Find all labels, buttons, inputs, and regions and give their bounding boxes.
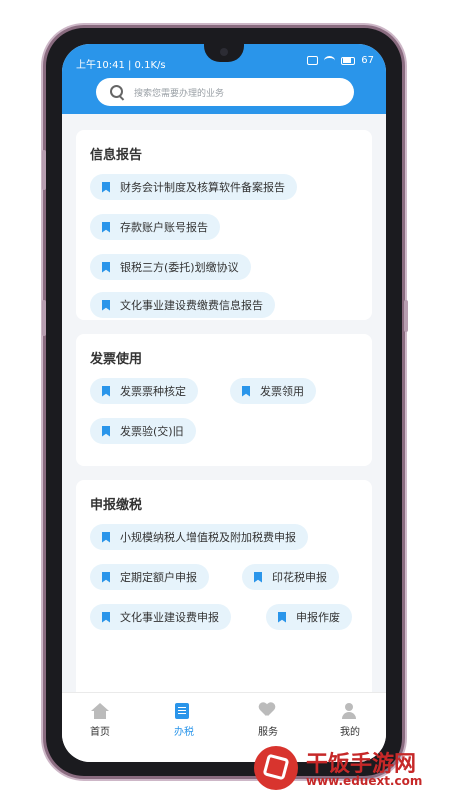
service-item[interactable]: 财务会计制度及核算软件备案报告 — [90, 174, 297, 200]
bookmark-icon — [254, 571, 262, 583]
tab-label: 办税 — [174, 727, 194, 738]
wifi-icon — [324, 56, 336, 65]
service-item[interactable]: 印花税申报 — [242, 564, 339, 590]
phone-screen: 上午10:41 | 0.1K/s 67 搜索您需要办理的业务 信息报告 财务会计… — [62, 44, 386, 762]
tab-label: 首页 — [90, 727, 110, 738]
tab-services[interactable]: 服务 — [238, 703, 298, 738]
bookmark-icon — [102, 299, 110, 311]
service-label: 文化事业建设费缴费信息报告 — [120, 299, 263, 312]
tab-profile[interactable]: 我的 — [320, 703, 380, 738]
bookmark-icon — [102, 221, 110, 233]
tax-icon — [175, 703, 189, 719]
service-label: 发票票种核定 — [120, 385, 186, 398]
section-invoice-use: 发票使用 发票票种核定 发票领用 发票验(交)旧 — [76, 334, 372, 466]
front-camera-icon — [220, 48, 228, 56]
bookmark-icon — [102, 261, 110, 273]
tab-tax[interactable]: 办税 — [154, 703, 214, 738]
search-bar[interactable]: 搜索您需要办理的业务 — [96, 78, 354, 106]
tab-label: 我的 — [340, 727, 360, 738]
status-icons: 67 — [307, 55, 374, 66]
tab-label: 服务 — [258, 727, 278, 738]
volume-down-button — [42, 300, 46, 336]
bookmark-icon — [242, 385, 250, 397]
watermark-logo: 干饭手游网 www.eduext.com — [254, 744, 444, 796]
service-item[interactable]: 文化事业建设费缴费信息报告 — [90, 292, 275, 318]
logo-icon — [254, 746, 298, 790]
search-input[interactable]: 搜索您需要办理的业务 — [134, 86, 224, 99]
status-time: 上午10:41 | 0.1K/s — [76, 60, 166, 71]
bookmark-icon — [102, 531, 110, 543]
service-label: 财务会计制度及核算软件备案报告 — [120, 181, 285, 194]
service-item[interactable]: 发票验(交)旧 — [90, 418, 196, 444]
section-tax-filing: 申报缴税 小规模纳税人增值税及附加税费申报 定期定额户申报 印花税申报 文化事业… — [76, 480, 372, 692]
service-label: 定期定额户申报 — [120, 571, 197, 584]
service-label: 申报作废 — [296, 611, 340, 624]
bookmark-icon — [102, 611, 110, 623]
service-label: 印花税申报 — [272, 571, 327, 584]
service-item[interactable]: 文化事业建设费申报 — [90, 604, 231, 630]
bookmark-icon — [102, 385, 110, 397]
service-item[interactable]: 发票领用 — [230, 378, 316, 404]
power-button — [404, 300, 408, 332]
main-content: 信息报告 财务会计制度及核算软件备案报告 存款账户账号报告 银税三方(委托)划缴… — [62, 114, 386, 692]
home-icon — [91, 703, 109, 719]
search-icon — [110, 85, 124, 99]
service-item[interactable]: 小规模纳税人增值税及附加税费申报 — [90, 524, 308, 550]
battery-percent: 67 — [361, 55, 374, 66]
bookmark-icon — [102, 425, 110, 437]
service-item[interactable]: 定期定额户申报 — [90, 564, 209, 590]
service-item[interactable]: 存款账户账号报告 — [90, 214, 220, 240]
service-item[interactable]: 银税三方(委托)划缴协议 — [90, 254, 251, 280]
sim-icon — [307, 56, 319, 65]
volume-up-button — [42, 150, 46, 190]
section-info-report: 信息报告 财务会计制度及核算软件备案报告 存款账户账号报告 银税三方(委托)划缴… — [76, 130, 372, 320]
section-title: 发票使用 — [90, 352, 143, 367]
user-icon — [341, 703, 357, 719]
heart-icon — [259, 703, 275, 717]
tab-home[interactable]: 首页 — [70, 703, 130, 738]
service-label: 存款账户账号报告 — [120, 221, 208, 234]
battery-icon — [341, 56, 356, 65]
service-label: 发票领用 — [260, 385, 304, 398]
top-header: 上午10:41 | 0.1K/s 67 搜索您需要办理的业务 — [62, 44, 386, 114]
service-item[interactable]: 发票票种核定 — [90, 378, 198, 404]
bookmark-icon — [102, 571, 110, 583]
bookmark-icon — [278, 611, 286, 623]
service-label: 发票验(交)旧 — [120, 425, 184, 438]
logo-url: www.eduext.com — [306, 774, 423, 788]
service-item[interactable]: 申报作废 — [266, 604, 352, 630]
section-title: 信息报告 — [90, 148, 143, 163]
section-title: 申报缴税 — [90, 498, 143, 513]
bookmark-icon — [102, 181, 110, 193]
service-label: 小规模纳税人增值税及附加税费申报 — [120, 531, 296, 544]
service-label: 银税三方(委托)划缴协议 — [120, 261, 239, 274]
service-label: 文化事业建设费申报 — [120, 611, 219, 624]
